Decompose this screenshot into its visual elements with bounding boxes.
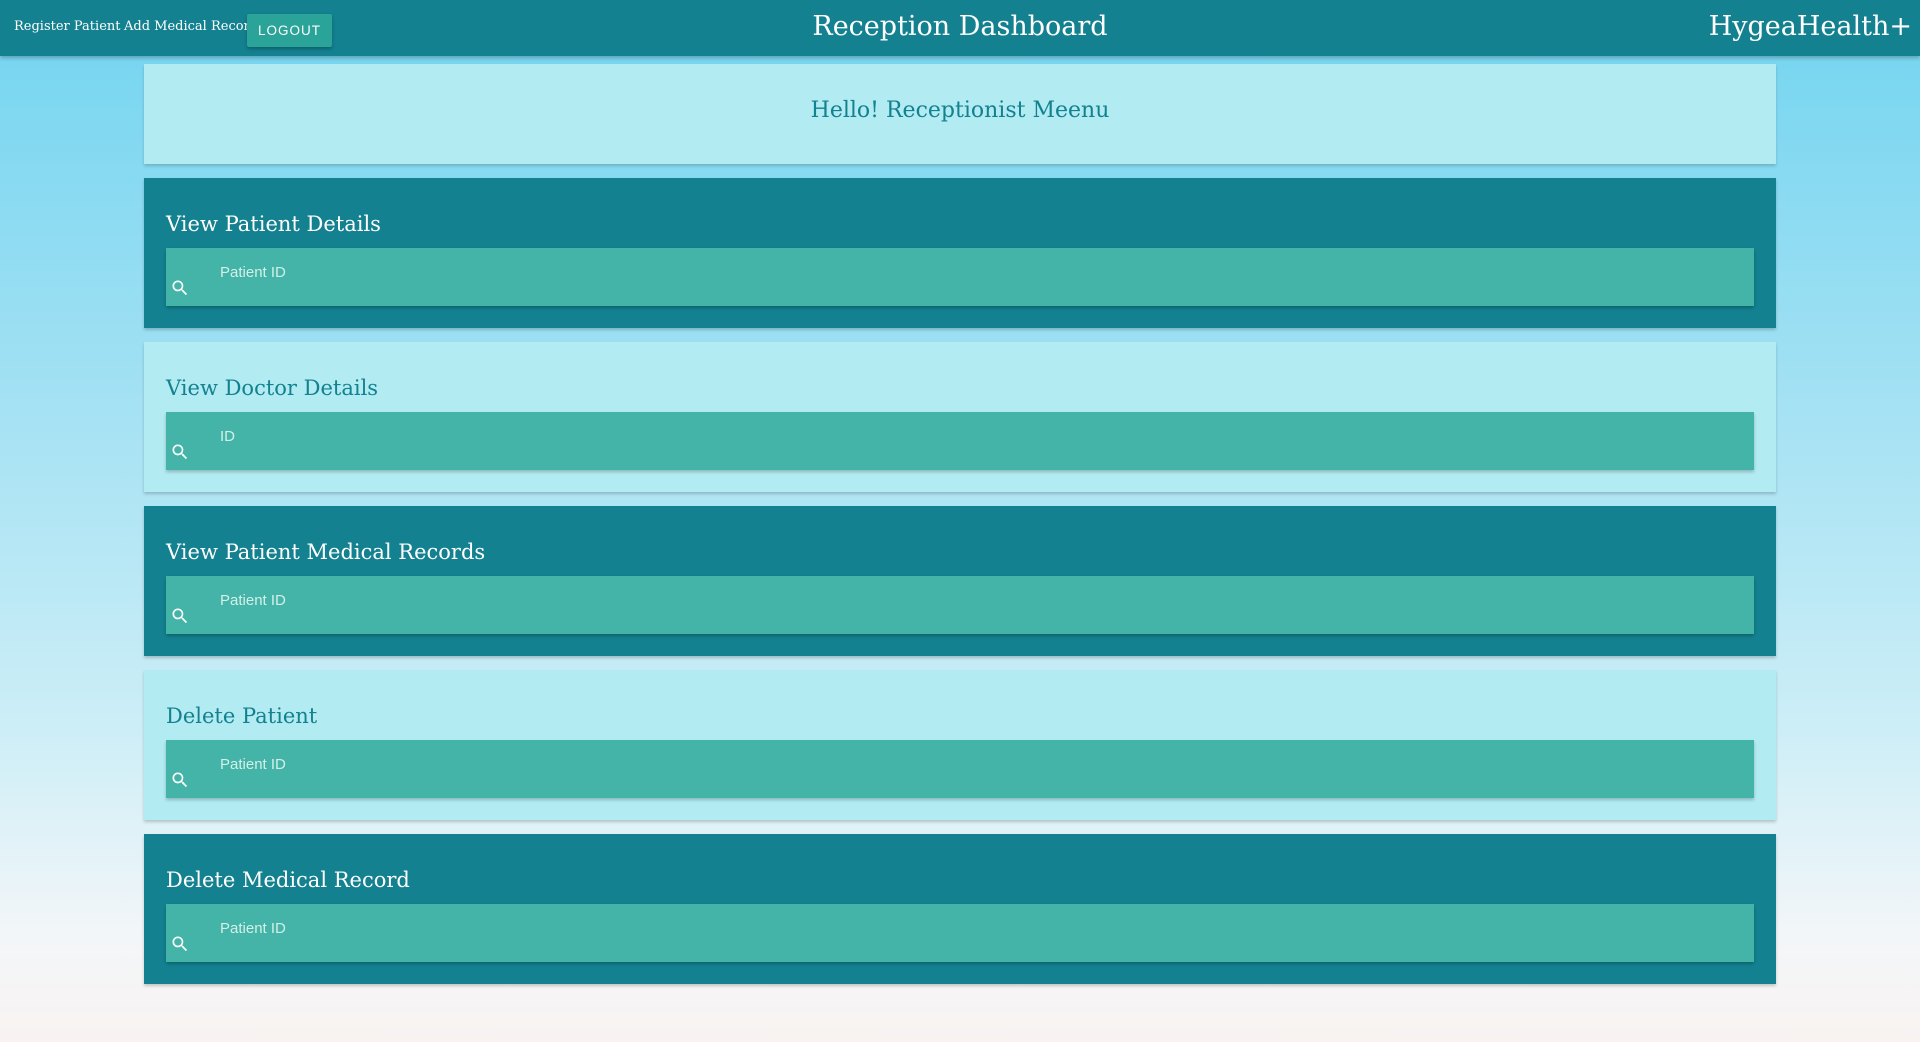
search-field[interactable] [166, 576, 1754, 634]
card-title: View Doctor Details [166, 376, 379, 400]
card-title: Delete Patient [166, 704, 318, 728]
brand-logo-text[interactable]: HygeaHealth+ [1709, 0, 1912, 54]
search-field[interactable] [166, 412, 1754, 470]
delete-patient-card: Delete Patient [144, 670, 1776, 820]
delete-medical-record-card: Delete Medical Record [144, 834, 1776, 984]
card-title: View Patient Medical Records [166, 540, 486, 564]
patient-id-input[interactable] [220, 248, 1740, 306]
view-doctor-details-card: View Doctor Details [144, 342, 1776, 492]
search-icon [172, 936, 188, 952]
card-title: View Patient Details [166, 212, 381, 236]
view-patient-details-card: View Patient Details [144, 178, 1776, 328]
patient-id-input[interactable] [220, 740, 1740, 798]
top-navbar: Register Patient Add Medical Record LOGO… [0, 0, 1920, 56]
search-icon [172, 280, 188, 296]
card-title: Delete Medical Record [166, 868, 410, 892]
patient-id-input[interactable] [220, 576, 1740, 634]
view-patient-medical-records-card: View Patient Medical Records [144, 506, 1776, 656]
logout-button[interactable]: LOGOUT [247, 14, 332, 47]
greeting-card: Hello! Receptionist Meenu [144, 64, 1776, 164]
search-icon [172, 772, 188, 788]
search-icon [172, 608, 188, 624]
search-field[interactable] [166, 740, 1754, 798]
page-title: Reception Dashboard [812, 11, 1108, 42]
patient-id-input[interactable] [220, 904, 1740, 962]
register-patient-link[interactable]: Register Patient [14, 0, 120, 54]
search-field[interactable] [166, 248, 1754, 306]
search-icon [172, 444, 188, 460]
greeting-text: Hello! Receptionist Meenu [810, 98, 1110, 123]
doctor-id-input[interactable] [220, 412, 1740, 470]
add-medical-record-link[interactable]: Add Medical Record [124, 0, 258, 54]
search-field[interactable] [166, 904, 1754, 962]
